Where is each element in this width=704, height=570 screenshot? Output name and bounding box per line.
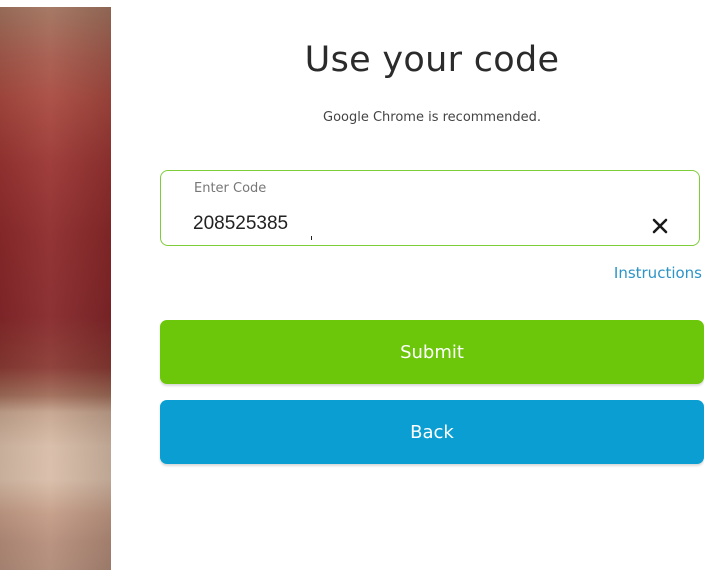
page-title: Use your code — [304, 40, 560, 80]
code-input[interactable] — [193, 211, 613, 237]
text-caret — [311, 236, 312, 240]
browser-recommendation-text: Google Chrome is recommended. — [323, 110, 541, 125]
submit-button[interactable]: Submit — [160, 320, 704, 384]
code-field-label: Enter Code — [194, 181, 267, 196]
instructions-link[interactable]: Instructions — [614, 264, 702, 282]
code-field[interactable]: Enter Code — [160, 170, 700, 246]
close-icon — [652, 218, 668, 234]
code-entry-page: Use your code Google Chrome is recommend… — [0, 0, 704, 570]
back-button[interactable]: Back — [160, 400, 704, 464]
clear-code-button[interactable] — [649, 215, 671, 237]
side-background-image — [0, 7, 111, 570]
